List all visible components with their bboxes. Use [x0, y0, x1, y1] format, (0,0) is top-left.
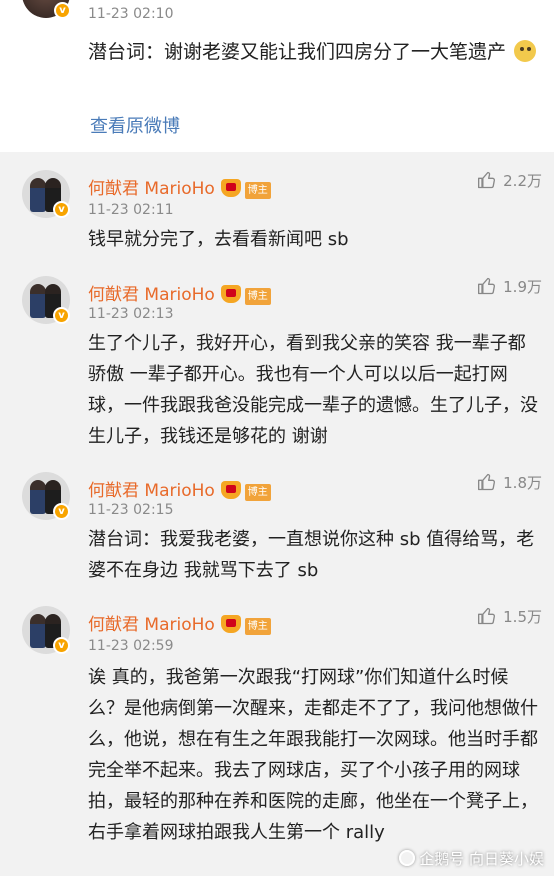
comment-text: 潜台词：我爱我老婆，一直想说你这种 sb 值得给骂，老婆不在身边 我就骂下去了 … — [88, 529, 535, 581]
comment-time: 11-23 02:11 — [88, 202, 174, 218]
like-count: 1.5万 — [503, 608, 542, 626]
verified-badge-icon: v — [53, 201, 70, 218]
post-text: 潜台词：谢谢老婆又能让我们四房分了一大笔遗产 — [88, 36, 538, 68]
username[interactable]: 何猷君 MarioHo 博主 — [88, 610, 271, 635]
vip-crown-icon — [220, 285, 241, 303]
avatar[interactable]: v — [22, 276, 70, 324]
avatar[interactable]: v — [22, 606, 70, 654]
verified-badge-icon: v — [53, 307, 70, 324]
comment-text: 钱早就分完了，去看看新闻吧 sb — [88, 229, 349, 250]
original-post-card: v 11-23 02:10 潜台词：谢谢老婆又能让我们四房分了一大笔遗产 查看原… — [0, 0, 554, 152]
comment-time: 11-23 02:13 — [88, 306, 174, 322]
like-count: 1.8万 — [503, 474, 542, 492]
thumbs-up-icon — [478, 607, 496, 625]
username[interactable]: 何猷君 MarioHo 博主 — [88, 174, 271, 199]
post-time: 11-23 02:10 — [88, 6, 174, 22]
username-text[interactable]: 何猷君 MarioHo — [88, 285, 215, 305]
watermark: 企鹅号 向日葵小娱 — [399, 848, 544, 869]
comment-time: 11-23 02:15 — [88, 502, 174, 518]
penguin-logo-icon — [399, 850, 416, 866]
verified-badge-icon: v — [54, 2, 71, 19]
blogger-badge: 博主 — [244, 182, 271, 199]
thumbs-up-icon — [478, 277, 496, 295]
verified-badge-icon: v — [53, 637, 70, 654]
like-button[interactable]: 1.9万 — [477, 276, 542, 297]
like-button[interactable]: 1.5万 — [477, 606, 542, 627]
verified-badge-icon: v — [53, 503, 70, 520]
comment-text: 诶 真的，我爸第一次跟我“打网球”你们知道什么时候么？是他病倒第一次醒来，走都走… — [88, 667, 538, 843]
comment-time: 11-23 02:59 — [88, 638, 174, 654]
watermark-text: 企鹅号 向日葵小娱 — [419, 850, 544, 868]
username-text[interactable]: 何猷君 MarioHo — [88, 179, 215, 199]
doge-emoji-icon — [514, 40, 537, 62]
avatar[interactable]: v — [22, 472, 70, 520]
post-text-content: 潜台词：谢谢老婆又能让我们四房分了一大笔遗产 — [88, 41, 507, 63]
like-button[interactable]: 2.2万 — [477, 170, 542, 191]
like-button[interactable]: 1.8万 — [477, 472, 542, 493]
like-count: 2.2万 — [503, 172, 542, 190]
avatar[interactable]: v — [22, 0, 71, 19]
vip-crown-icon — [220, 179, 241, 197]
username[interactable]: 何猷君 MarioHo 博主 — [88, 476, 271, 501]
vip-crown-icon — [220, 481, 241, 499]
thumbs-up-icon — [478, 473, 496, 491]
blogger-badge: 博主 — [244, 288, 271, 305]
comment-text: 生了个儿子，我好开心，看到我父亲的笑容 我一辈子都骄傲 一辈子都开心。我也有一个… — [88, 333, 538, 447]
username-text[interactable]: 何猷君 MarioHo — [88, 481, 215, 501]
avatar[interactable]: v — [22, 170, 70, 218]
username-text[interactable]: 何猷君 MarioHo — [88, 615, 215, 635]
blogger-badge: 博主 — [244, 618, 271, 635]
like-count: 1.9万 — [503, 278, 542, 296]
username[interactable]: 何猷君 MarioHo 博主 — [88, 280, 271, 305]
vip-crown-icon — [220, 615, 241, 633]
thumbs-up-icon — [478, 171, 496, 189]
view-original-link[interactable]: 查看原微博 — [90, 112, 180, 138]
blogger-badge: 博主 — [244, 484, 271, 501]
